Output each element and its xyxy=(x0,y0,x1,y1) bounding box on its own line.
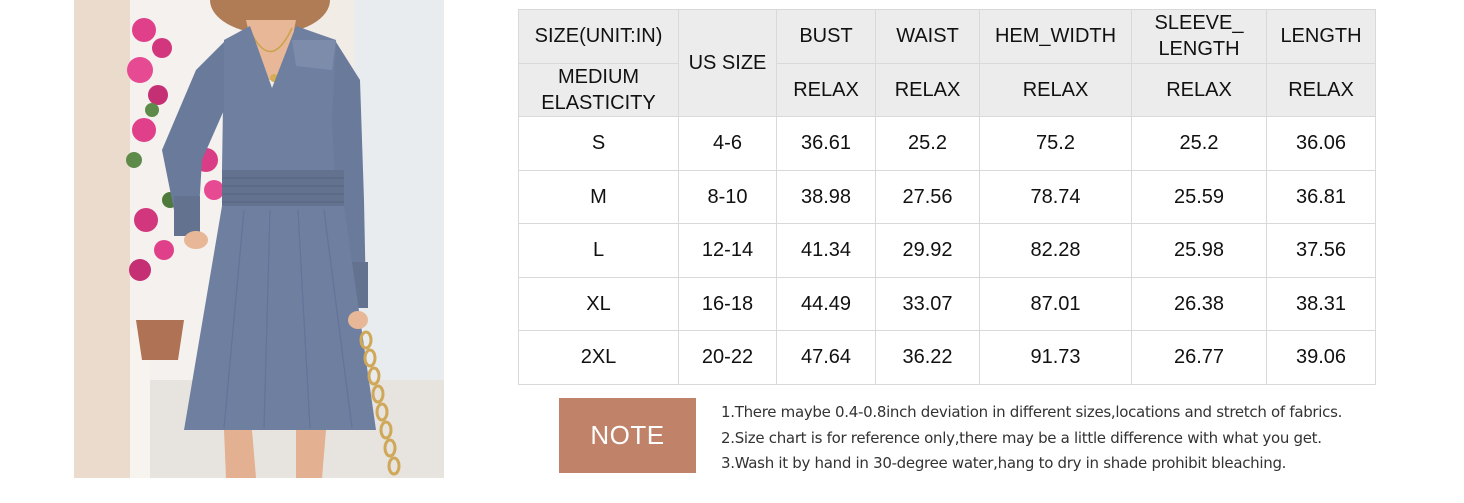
note-item: 1.There maybe 0.4-0.8inch deviation in d… xyxy=(721,403,1343,421)
us-size-cell: 4-6 xyxy=(678,116,777,171)
elasticity-label: MEDIUM ELASTICITY xyxy=(518,62,679,117)
waist-cell: 33.07 xyxy=(875,276,980,331)
waist-cell: 36.22 xyxy=(875,330,980,385)
length-header: LENGTH xyxy=(1266,9,1376,64)
size-chart-table: SIZE(UNIT:IN) US SIZE BUST WAIST HEM_WID… xyxy=(518,9,1376,385)
us-size-cell: 20-22 xyxy=(678,330,777,385)
sleeve-length-cell: 25.2 xyxy=(1131,116,1267,171)
table-row: 2XL 20-22 47.64 36.22 91.73 26.77 39.06 xyxy=(518,330,1376,385)
length-cell: 37.56 xyxy=(1266,223,1376,278)
note-list: 1.There maybe 0.4-0.8inch deviation in d… xyxy=(721,400,1421,477)
us-size-cell: 8-10 xyxy=(678,169,777,224)
hem-width-cell: 75.2 xyxy=(979,116,1132,171)
bust-cell: 47.64 xyxy=(776,330,876,385)
hem-width-cell: 78.74 xyxy=(979,169,1132,224)
size-cell: S xyxy=(518,116,679,171)
waist-fit: RELAX xyxy=(875,62,980,117)
us-size-cell: 16-18 xyxy=(678,276,777,331)
bust-cell: 38.98 xyxy=(776,169,876,224)
table-row: L 12-14 41.34 29.92 82.28 25.98 37.56 xyxy=(518,223,1376,278)
sleeve-length-header: SLEEVE_ LENGTH xyxy=(1131,9,1267,64)
sleeve-length-cell: 26.77 xyxy=(1131,330,1267,385)
table-row: XL 16-18 44.49 33.07 87.01 26.38 38.31 xyxy=(518,276,1376,331)
size-unit-label: SIZE(UNIT:IN) xyxy=(518,9,679,64)
header-row-top: SIZE(UNIT:IN) US SIZE BUST WAIST HEM_WID… xyxy=(518,9,1376,117)
bust-header: BUST xyxy=(776,9,876,64)
table-row: S 4-6 36.61 25.2 75.2 25.2 36.06 xyxy=(518,116,1376,171)
bust-fit: RELAX xyxy=(776,62,876,117)
sleeve-length-cell: 26.38 xyxy=(1131,276,1267,331)
waist-cell: 27.56 xyxy=(875,169,980,224)
bust-cell: 41.34 xyxy=(776,223,876,278)
note-label: NOTE xyxy=(559,398,696,473)
sleeve-length-cell: 25.59 xyxy=(1131,169,1267,224)
length-fit: RELAX xyxy=(1266,62,1376,117)
waist-cell: 25.2 xyxy=(875,116,980,171)
bust-cell: 36.61 xyxy=(776,116,876,171)
hem-width-cell: 82.28 xyxy=(979,223,1132,278)
table-row: M 8-10 38.98 27.56 78.74 25.59 36.81 xyxy=(518,169,1376,224)
hem-width-cell: 91.73 xyxy=(979,330,1132,385)
dress-model-illustration xyxy=(74,0,444,478)
waist-cell: 29.92 xyxy=(875,223,980,278)
sleeve-length-cell: 25.98 xyxy=(1131,223,1267,278)
length-cell: 36.81 xyxy=(1266,169,1376,224)
length-cell: 38.31 xyxy=(1266,276,1376,331)
sleeve-length-fit: RELAX xyxy=(1131,62,1267,117)
length-cell: 39.06 xyxy=(1266,330,1376,385)
hem-width-fit: RELAX xyxy=(979,62,1132,117)
header-row-bottom: MEDIUM ELASTICITY RELAX RELAX RELAX RELA… xyxy=(518,62,1376,117)
bust-cell: 44.49 xyxy=(776,276,876,331)
note-item: 2.Size chart is for reference only,there… xyxy=(721,428,1322,447)
waist-header: WAIST xyxy=(875,9,980,64)
note-item: 3.Wash it by hand in 30-degree water,han… xyxy=(721,454,1287,472)
product-photo xyxy=(74,0,444,478)
length-cell: 36.06 xyxy=(1266,116,1376,171)
size-cell: 2XL xyxy=(518,330,679,385)
size-cell: L xyxy=(518,223,679,278)
size-cell: M xyxy=(518,169,679,224)
hem-width-header: HEM_WIDTH xyxy=(979,9,1132,64)
us-size-cell: 12-14 xyxy=(678,223,777,278)
hem-width-cell: 87.01 xyxy=(979,276,1132,331)
size-cell: XL xyxy=(518,276,679,331)
us-size-header: US SIZE xyxy=(678,9,777,117)
